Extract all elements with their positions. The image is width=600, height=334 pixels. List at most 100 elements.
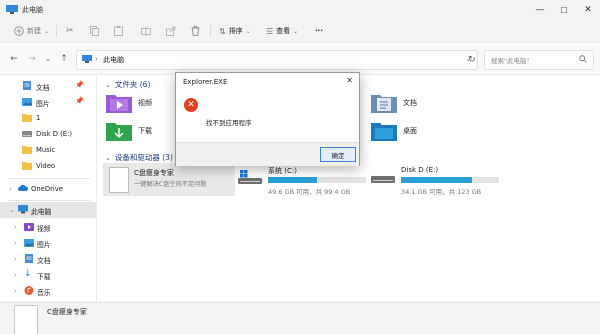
title-bar: 此电脑 — ☐ ✕ [0,0,600,20]
sidebar-item-label: 图片 [37,241,51,249]
arrow-right-icon: → [28,54,36,64]
sidebar-item-documents[interactable]: 文档 📌 [0,78,96,94]
pin-icon[interactable]: 📌 [75,97,84,105]
chevron-right-icon[interactable]: › [14,255,17,263]
new-button[interactable]: 新建 ⌄ [14,24,49,38]
chevron-right-icon[interactable]: › [14,223,17,231]
chevron-down-icon: ⌄ [245,27,251,35]
share-icon [166,26,176,36]
folder-downloads[interactable]: 下载 [106,118,152,144]
recent-button[interactable]: ⌄ [42,53,54,65]
chevron-right-icon[interactable]: › [14,287,17,295]
command-bar: 新建 ⌄ ✂ ⇅ 排序 ⌄ ☰ 查看 ⌄ ··· [0,20,600,43]
chevron-down-icon[interactable]: ⌄ [9,206,15,214]
copy-button[interactable] [90,24,99,38]
paste-button[interactable] [114,24,123,38]
up-button[interactable]: ↑ [58,53,70,65]
computer-icon [18,205,28,214]
sidebar-item-pictures[interactable]: 图片 📌 [0,94,96,110]
cleaner-description: 一键解决C盘空间不足问题 [134,181,207,188]
desktop-icon [371,123,397,141]
sidebar-item-label: 此电脑 [31,208,52,216]
drive-usage-fill [268,177,317,183]
drive-name: Disk D (E:) [401,166,439,174]
error-icon: ✕ [184,98,198,112]
downloads-icon: ↓ [24,269,32,279]
sort-button[interactable]: ⇅ 排序 ⌄ [219,24,251,38]
sidebar-item-disk-d[interactable]: Disk D (E:) [0,126,96,142]
view-button[interactable]: ☰ 查看 ⌄ [266,24,298,38]
minimize-button[interactable]: — [528,0,552,20]
documents-icon [371,95,397,113]
maximize-icon: ☐ [560,5,568,15]
address-row: ← → ⌄ ↑ › 此电脑 ⌄ ↻ 搜索"此电脑" [0,44,600,75]
search-input[interactable]: 搜索"此电脑" [484,50,594,70]
toolbar-divider [210,25,211,37]
computer-icon [6,5,18,14]
sidebar-item-pictures-pc[interactable]: › 图片 [0,235,96,251]
file-explorer-window: 此电脑 — ☐ ✕ 新建 ⌄ ✂ ⇅ 排序 ⌄ ☰ 查看 ⌄ ··· ← → ⌄… [0,0,600,334]
cleaner-name: C盘瘦身专家 [134,169,174,177]
ok-button[interactable]: 确定 [320,147,356,162]
sidebar-item-videos[interactable]: › 视频 [0,219,96,235]
navigation-pane: 文档 📌 图片 📌 1 Disk D (E:) Music Video › On… [0,75,97,302]
close-window-button[interactable]: ✕ [576,0,600,20]
dialog-close-button[interactable]: ✕ [346,76,353,85]
search-icon [579,55,587,63]
cut-button[interactable]: ✂ [66,24,74,38]
delete-button[interactable] [191,24,200,38]
view-label: 查看 [276,27,291,35]
sidebar-item-folder-1[interactable]: 1 [0,110,96,126]
sidebar-item-music[interactable]: Music [0,142,96,158]
cleaner-app-tile[interactable]: C盘瘦身专家 一键解决C盘空间不足问题 [103,163,235,196]
rename-button[interactable] [141,24,151,38]
devices-group-header[interactable]: ⌄ 设备和驱动器 (3) [105,152,173,163]
dialog-message: 找不到应用程序 [206,119,252,127]
chevron-right-icon[interactable]: › [9,185,12,193]
forward-button[interactable]: → [26,53,38,65]
sidebar-item-video[interactable]: Video [0,158,96,174]
sidebar-item-label: OneDrive [31,185,63,193]
maximize-button[interactable]: ☐ [552,0,576,20]
view-icon: ☰ [266,26,274,36]
selected-item-name: C盘瘦身专家 [47,308,87,316]
arrow-up-icon: ↑ [60,54,68,64]
chevron-right-icon[interactable]: › [14,239,17,247]
breadcrumb[interactable]: 此电脑 [103,55,124,65]
trash-icon [191,26,200,36]
folders-group-header[interactable]: ⌄ 文件夹 (6) [105,79,150,90]
pictures-icon [24,239,34,247]
computer-icon [82,55,92,63]
sidebar-item-this-pc[interactable]: ⌄ 此电脑 [0,202,96,218]
sidebar-item-downloads[interactable]: › ↓ 下载 [0,267,96,283]
sidebar-item-label: 1 [36,114,41,122]
downloads-icon [106,123,132,141]
drive-icon [371,176,395,183]
search-placeholder: 搜索"此电脑" [491,57,530,65]
documents-icon [25,254,33,263]
folder-videos[interactable]: 视频 [106,90,152,116]
videos-icon [106,95,132,113]
file-icon [109,167,129,193]
back-button[interactable]: ← [8,53,20,65]
videos-icon [24,223,34,231]
details-strip: C盘瘦身专家 [0,302,600,334]
refresh-button[interactable]: ↻ [468,55,476,65]
sidebar-item-documents-pc[interactable]: › 文档 [0,251,96,267]
share-button[interactable] [166,24,176,38]
sort-label: 排序 [228,27,243,35]
folder-documents[interactable]: 文档 [371,90,417,116]
sidebar-item-music-pc[interactable]: › 音乐 [0,283,96,299]
file-icon [14,305,38,334]
folder-label: 视频 [138,99,152,107]
documents-icon [23,81,31,90]
sidebar-item-onedrive[interactable]: › OneDrive [0,181,96,197]
pin-icon[interactable]: 📌 [75,81,84,89]
more-options-button[interactable]: ··· [315,24,323,38]
drive-size: 49.6 GB 可用，共 99.4 GB [268,188,351,196]
chevron-down-icon: ⌄ [105,80,111,89]
sidebar-item-label: Video [36,162,56,170]
address-bar[interactable]: › 此电脑 ⌄ [76,50,478,70]
chevron-right-icon[interactable]: › [14,271,17,279]
folder-desktop[interactable]: 桌面 [371,118,417,144]
